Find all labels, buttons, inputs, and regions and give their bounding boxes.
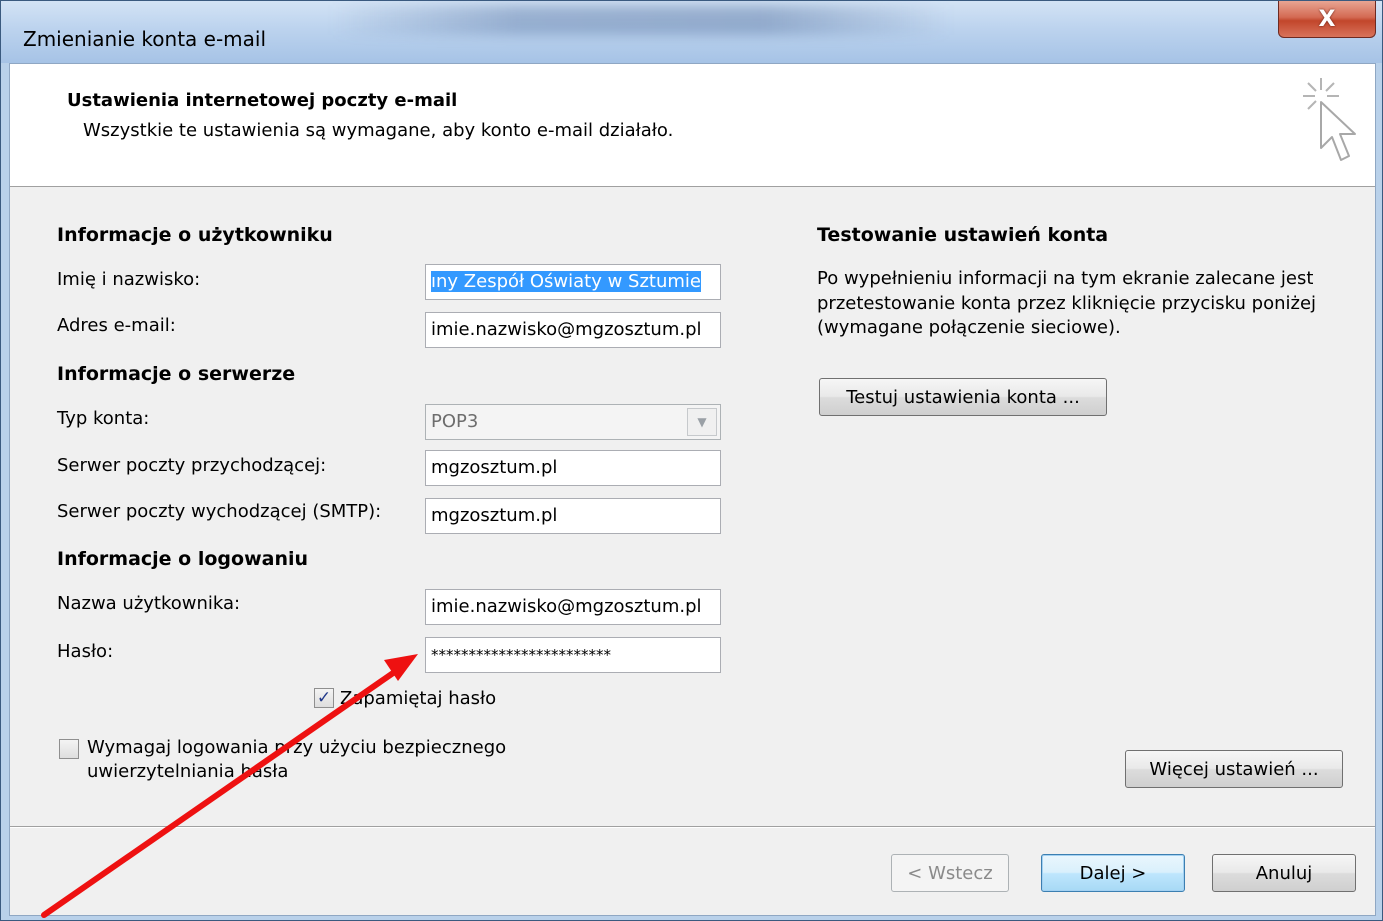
outgoing-server-field[interactable]: mgzosztum.pl: [425, 498, 721, 534]
account-type-label: Typ konta:: [57, 408, 150, 429]
password-label: Hasło:: [57, 641, 114, 662]
header-band: Ustawienia internetowej poczty e-mail Ws…: [10, 64, 1375, 187]
outgoing-server-label: Serwer poczty wychodzącej (SMTP):: [57, 501, 382, 522]
back-button: < Wstecz: [891, 854, 1009, 892]
login-info-heading: Informacje o logowaniu: [57, 548, 309, 570]
user-info-heading: Informacje o użytkowniku: [57, 224, 333, 246]
test-desc-line3: (wymagane połączenie sieciowe).: [817, 317, 1121, 338]
page-title: Ustawienia internetowej poczty e-mail: [67, 90, 458, 111]
next-button[interactable]: Dalej >: [1041, 854, 1185, 892]
page-subtitle: Wszystkie te ustawienia są wymagane, aby…: [83, 120, 674, 141]
spa-label-line2: uwierzytelniania hasła: [87, 761, 289, 782]
name-label: Imię i nazwisko:: [57, 269, 201, 290]
name-field[interactable]: ıny Zespół Oświaty w Sztumie: [425, 264, 721, 300]
test-desc-line1: Po wypełnieniu informacji na tym ekranie…: [817, 268, 1314, 289]
name-field-value: ıny Zespół Oświaty w Sztumie: [431, 271, 701, 292]
test-desc-line2: przetestowanie konta przez kliknięcie pr…: [817, 293, 1317, 314]
email-label: Adres e-mail:: [57, 315, 176, 336]
cancel-button[interactable]: Anuluj: [1212, 854, 1356, 892]
account-type-select: POP3 ▼: [425, 404, 721, 440]
username-field[interactable]: imie.nazwisko@mgzosztum.pl: [425, 589, 721, 625]
test-account-settings-button[interactable]: Testuj ustawienia konta ...: [819, 378, 1107, 416]
incoming-server-field[interactable]: mgzosztum.pl: [425, 450, 721, 486]
remember-password-label: Zapamiętaj hasło: [340, 688, 497, 709]
close-button[interactable]: X: [1278, 1, 1376, 38]
cursor-sparkle-icon: [1303, 78, 1356, 161]
close-icon: X: [1318, 6, 1336, 32]
spa-label-line1: Wymagaj logowania przy użyciu bezpieczne…: [87, 737, 507, 758]
spa-checkbox[interactable]: [59, 739, 79, 759]
password-field[interactable]: ************************: [425, 637, 721, 673]
title-bar[interactable]: Zmienianie konta e-mail X: [1, 1, 1382, 63]
incoming-server-label: Serwer poczty przychodzącej:: [57, 455, 327, 476]
server-info-heading: Informacje o serwerze: [57, 363, 296, 385]
username-label: Nazwa użytkownika:: [57, 593, 241, 614]
remember-password-checkbox[interactable]: ✓: [314, 688, 334, 708]
email-field[interactable]: imie.nazwisko@mgzosztum.pl: [425, 312, 721, 348]
divider: [10, 826, 1375, 828]
account-type-value: POP3: [431, 411, 479, 432]
window-title: Zmienianie konta e-mail: [23, 27, 267, 51]
chevron-down-icon: ▼: [687, 408, 717, 436]
dialog-window: Zmienianie konta e-mail X Ustawienia int…: [0, 0, 1383, 921]
checkmark-icon: ✓: [316, 687, 332, 708]
more-settings-button[interactable]: Więcej ustawień ...: [1125, 750, 1343, 788]
dialog-content: Ustawienia internetowej poczty e-mail Ws…: [9, 63, 1376, 916]
test-settings-heading: Testowanie ustawień konta: [817, 224, 1109, 246]
